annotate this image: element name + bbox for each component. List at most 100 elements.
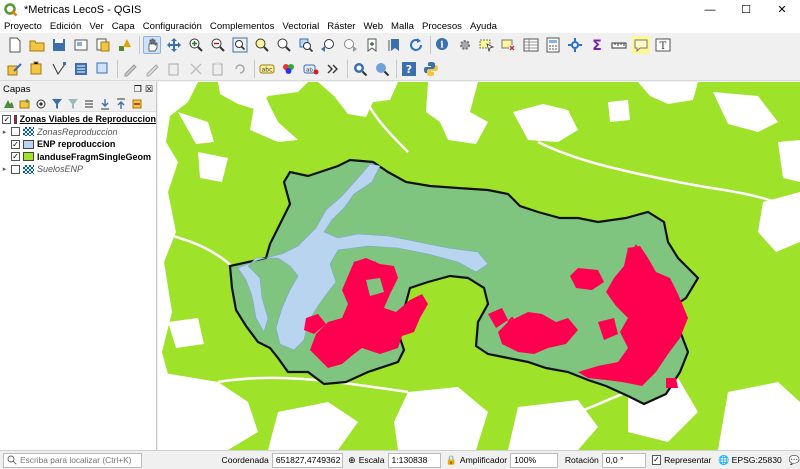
sum-icon[interactable]: Σ xyxy=(588,36,606,54)
filter-legend-icon[interactable] xyxy=(50,97,64,111)
zoom-layer-icon[interactable] xyxy=(275,36,293,54)
remove-layer-icon[interactable] xyxy=(130,97,144,111)
label-move-icon[interactable]: ab xyxy=(302,60,320,78)
pan-icon[interactable] xyxy=(143,36,161,54)
copy-icon[interactable] xyxy=(165,60,183,78)
open-project-icon[interactable] xyxy=(28,36,46,54)
minimize-button[interactable]: — xyxy=(692,0,728,19)
save-project-icon[interactable] xyxy=(50,36,68,54)
editing-icon[interactable] xyxy=(28,60,46,78)
delete-icon[interactable] xyxy=(121,60,139,78)
menu-malla[interactable]: Malla xyxy=(391,21,414,32)
zoom-selection-icon[interactable] xyxy=(253,36,271,54)
rotation-spinbox[interactable]: 0,0 ° xyxy=(601,452,646,468)
vertex-icon[interactable] xyxy=(50,60,68,78)
layer-item[interactable]: ✓ Zonas Viables de Reproduccion xyxy=(0,113,156,126)
layer-visibility-checkbox[interactable] xyxy=(11,127,20,137)
svg-text:ab: ab xyxy=(306,67,313,73)
metasearch-icon[interactable] xyxy=(351,60,369,78)
menu-procesos[interactable]: Procesos xyxy=(422,21,462,32)
magnifier-spinbox[interactable]: 100% xyxy=(510,452,558,468)
cut-icon[interactable] xyxy=(143,60,161,78)
menu-web[interactable]: Web xyxy=(363,21,383,32)
menu-raster[interactable]: Ráster xyxy=(327,21,355,32)
layer-visibility-checkbox[interactable]: ✓ xyxy=(11,139,20,149)
layer-visibility-checkbox[interactable] xyxy=(11,164,20,174)
add-feature-icon[interactable] xyxy=(94,60,112,78)
show-bookmarks-icon[interactable] xyxy=(385,36,403,54)
refresh-icon[interactable] xyxy=(407,36,425,54)
deselect-icon[interactable] xyxy=(500,36,518,54)
add-group-icon[interactable] xyxy=(18,97,32,111)
label-pin-icon[interactable] xyxy=(280,60,298,78)
maximize-button[interactable]: ☐ xyxy=(728,0,764,19)
python-icon[interactable] xyxy=(422,60,440,78)
menu-edicion[interactable]: Edición xyxy=(50,21,81,32)
expand-arrow-icon[interactable]: ▸ xyxy=(0,165,9,173)
digitize-icon[interactable] xyxy=(6,60,24,78)
new-bookmark-icon[interactable] xyxy=(363,36,381,54)
layer-item[interactable]: ▸ SuelosENP xyxy=(0,163,156,176)
menu-ver[interactable]: Ver xyxy=(89,21,103,32)
paste-icon[interactable] xyxy=(187,60,205,78)
menu-ayuda[interactable]: Ayuda xyxy=(470,21,497,32)
expand-arrow-icon[interactable]: ▸ xyxy=(0,128,9,136)
map-canvas[interactable] xyxy=(158,82,800,450)
crs-globe-icon[interactable]: 🌐 xyxy=(718,455,729,466)
undo-icon[interactable] xyxy=(209,60,227,78)
more-icon[interactable] xyxy=(324,60,342,78)
tips-icon[interactable] xyxy=(632,36,650,54)
menu-proyecto[interactable]: Proyecto xyxy=(4,21,42,32)
print-layout-icon[interactable] xyxy=(72,36,90,54)
identify-icon[interactable]: i xyxy=(434,36,452,54)
select-icon[interactable] xyxy=(478,36,496,54)
layer-visibility-checkbox[interactable]: ✓ xyxy=(2,114,12,124)
close-button[interactable]: ✕ xyxy=(764,0,800,19)
zoom-full-icon[interactable] xyxy=(231,36,249,54)
attribute-table-icon[interactable] xyxy=(522,36,540,54)
zoom-out-icon[interactable] xyxy=(209,36,227,54)
coordinate-field[interactable]: 651827,4749362 xyxy=(271,452,344,468)
toolbar-separator xyxy=(347,59,348,78)
panel-close-icon[interactable]: ☒ xyxy=(145,84,153,94)
layer-item[interactable]: ▸ ZonasReproduccion xyxy=(0,126,156,139)
plugin-icon[interactable] xyxy=(373,60,391,78)
style-manager-icon[interactable] xyxy=(116,36,134,54)
move-up-icon[interactable] xyxy=(114,97,128,111)
field-calc-icon[interactable] xyxy=(544,36,562,54)
text-annotation-icon[interactable]: T xyxy=(654,36,672,54)
pan-to-selection-icon[interactable] xyxy=(165,36,183,54)
zoom-native-icon[interactable] xyxy=(297,36,315,54)
menu-capa[interactable]: Capa xyxy=(112,21,135,32)
filter-expression-icon[interactable] xyxy=(66,97,80,111)
action-icon[interactable] xyxy=(456,36,474,54)
open-layer-styling-icon[interactable] xyxy=(2,97,16,111)
measure-icon[interactable] xyxy=(610,36,628,54)
render-checkbox[interactable]: ✓ xyxy=(651,455,662,465)
layer-visibility-checkbox[interactable]: ✓ xyxy=(11,152,20,162)
new-project-icon[interactable] xyxy=(6,36,24,54)
collapse-all-icon[interactable] xyxy=(98,97,112,111)
layout-manager-icon[interactable] xyxy=(94,36,112,54)
scale-combo[interactable]: 1:130838 xyxy=(387,452,441,468)
menu-configuracion[interactable]: Configuración xyxy=(143,21,202,32)
crs-label[interactable]: EPSG:25830 xyxy=(732,455,782,465)
label-icon[interactable]: abc xyxy=(258,60,276,78)
menu-vectorial[interactable]: Vectorial xyxy=(282,21,319,32)
layer-item[interactable]: ✓ landuseFragmSingleGeom xyxy=(0,151,156,164)
zoom-next-icon[interactable] xyxy=(341,36,359,54)
float-icon[interactable]: ❐ xyxy=(134,84,142,94)
redo-icon[interactable] xyxy=(231,60,249,78)
manage-visibility-icon[interactable] xyxy=(34,97,48,111)
zoom-last-icon[interactable] xyxy=(319,36,337,54)
locator-search-input[interactable]: Escriba para localizar (Ctrl+K) xyxy=(3,452,142,468)
help-icon[interactable]: ? xyxy=(400,60,418,78)
menu-complementos[interactable]: Complementos xyxy=(210,21,275,32)
layer-item[interactable]: ✓ ENP reproduccion xyxy=(0,138,156,151)
zoom-in-icon[interactable] xyxy=(187,36,205,54)
save-edits-icon[interactable] xyxy=(72,60,90,78)
expand-all-icon[interactable] xyxy=(82,97,96,111)
stats-icon[interactable] xyxy=(566,36,584,54)
messages-icon[interactable]: 💬 xyxy=(789,455,800,466)
toolbar-separator xyxy=(430,36,431,54)
